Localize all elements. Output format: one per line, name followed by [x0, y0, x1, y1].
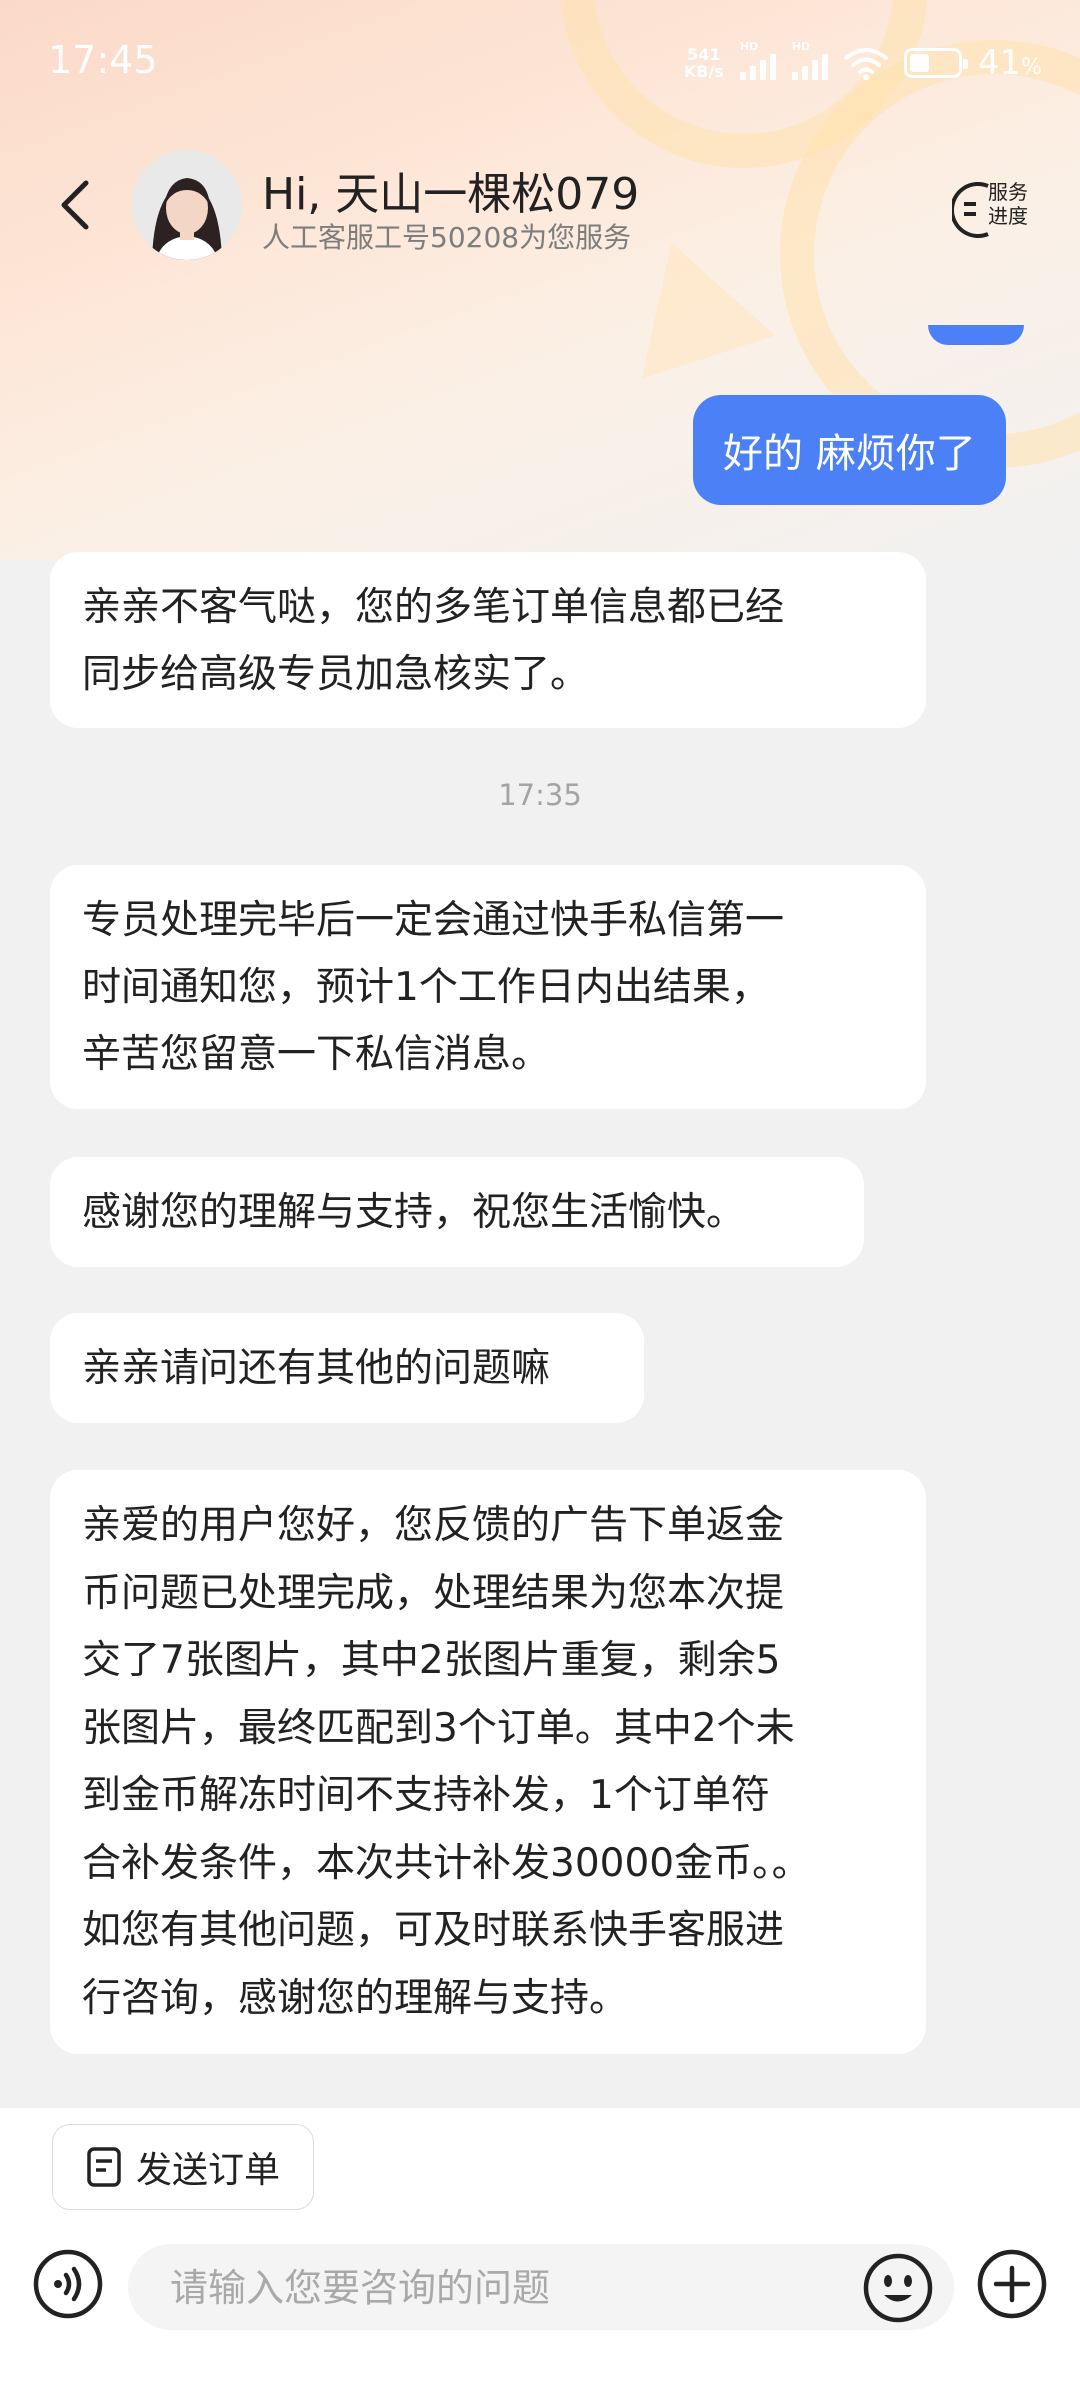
- emoji-icon[interactable]: [862, 2252, 934, 2324]
- message-line: 辛苦您留意一下私信消息。: [82, 1032, 551, 1077]
- message-line: 合补发条件，本次共计补发30000金币。。: [82, 1840, 811, 1886]
- message-input[interactable]: [168, 2244, 832, 2332]
- message-line: 专员处理完毕后一定会通过快手私信第一: [82, 898, 785, 943]
- message-line: 币问题已处理完成，处理结果为您本次提: [82, 1570, 785, 1616]
- message-bubble-left[interactable]: 亲亲请问还有其他的问题嘛: [50, 1313, 644, 1423]
- message-line: 如您有其他问题，可及时联系快手客服进: [82, 1908, 785, 1953]
- message-input-container: [128, 2244, 954, 2332]
- composer-bar: 发送订单: [0, 2108, 1080, 2400]
- plus-icon[interactable]: [976, 2248, 1048, 2320]
- send-order-button[interactable]: 发送订单: [52, 2124, 314, 2210]
- message-line: 时间通知您，预计1个工作日内出结果，: [82, 965, 770, 1010]
- message-text: 好的 麻烦你了: [723, 431, 976, 477]
- voice-icon[interactable]: [32, 2248, 104, 2320]
- message-line: 感谢您的理解与支持，祝您生活愉快。: [82, 1190, 746, 1235]
- message-line: 同步给高级专员加急核实了。: [82, 652, 590, 697]
- message-line: 张图片，最终匹配到3个订单。其中2个未: [82, 1705, 795, 1751]
- message-line: 到金币解冻时间不支持补发，1个订单符: [82, 1773, 770, 1818]
- message-line: 亲亲请问还有其他的问题嘛: [82, 1346, 551, 1391]
- message-line: 亲爱的用户您好，您反馈的广告下单返金: [82, 1503, 785, 1548]
- order-doc-icon: [87, 2147, 121, 2187]
- message-bubble-left[interactable]: 亲亲不客气哒，您的多笔订单信息都已经 同步给高级专员加急核实了。: [50, 552, 926, 728]
- message-line: 交了7张图片，其中2张图片重复，剩余5: [82, 1638, 781, 1683]
- message-line: 行咨询，感谢您的理解与支持。: [82, 1975, 629, 2021]
- chat-area[interactable]: 好的 麻烦你了 亲亲不客气哒，您的多笔订单信息都已经 同步给高级专员加急核实了。…: [0, 0, 1080, 2110]
- message-bubble-left[interactable]: 亲爱的用户您好，您反馈的广告下单返金 币问题已处理完成，处理结果为您本次提 交了…: [50, 1470, 926, 2054]
- message-bubble-right[interactable]: 好的 麻烦你了: [693, 395, 1006, 505]
- message-line: 亲亲不客气哒，您的多笔订单信息都已经: [82, 585, 785, 630]
- message-timestamp: 17:35: [498, 778, 582, 812]
- send-order-label: 发送订单: [135, 2150, 280, 2191]
- message-bubble-left[interactable]: 感谢您的理解与支持，祝您生活愉快。: [50, 1157, 864, 1267]
- message-bubble-partial: [928, 325, 1024, 345]
- message-bubble-left[interactable]: 专员处理完毕后一定会通过快手私信第一 时间通知您，预计1个工作日内出结果， 辛苦…: [50, 865, 926, 1109]
